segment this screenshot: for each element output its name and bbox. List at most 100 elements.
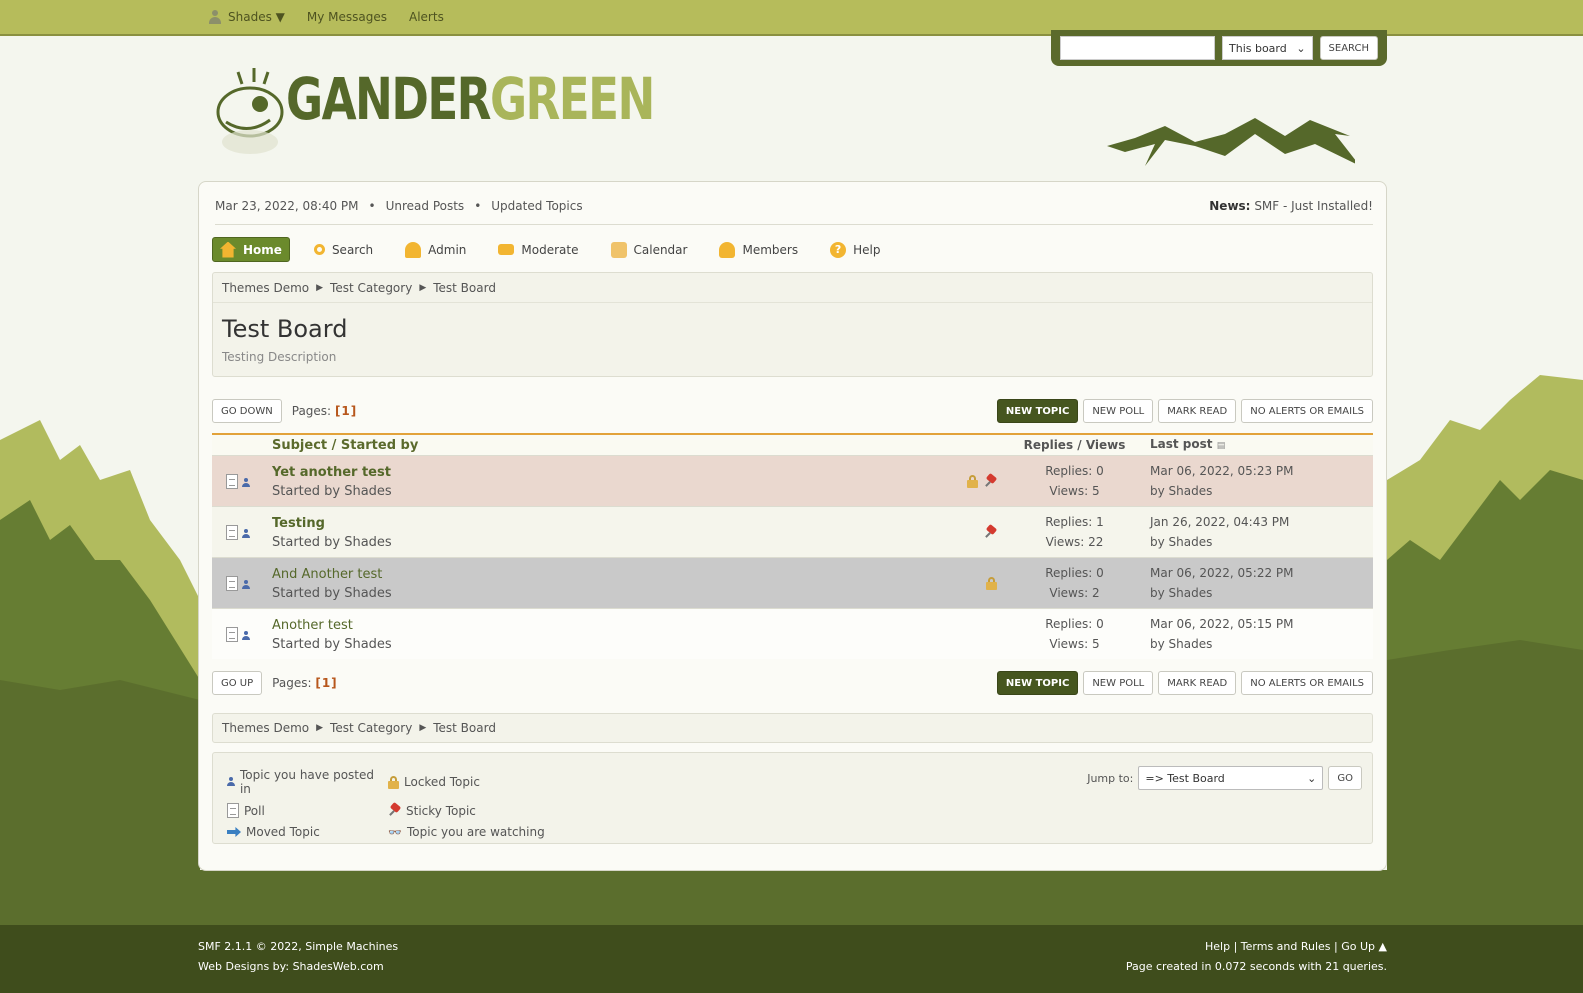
moved-arrow-icon	[227, 827, 241, 837]
last-post-header[interactable]: Last post ▤	[1142, 434, 1373, 456]
moderate-icon	[498, 244, 515, 255]
updated-topics-link[interactable]: Updated Topics	[491, 199, 582, 224]
last-post-date[interactable]: Mar 06, 2022, 05:22 PM	[1150, 563, 1373, 583]
last-post-date[interactable]: Mar 06, 2022, 05:15 PM	[1150, 614, 1373, 634]
separator-dot: •	[368, 199, 376, 213]
pagesection-bottom: GO UP Pages: [1] NEW TOPIC NEW POLL MARK…	[212, 671, 1373, 695]
breadcrumb-bottom: Themes Demo ▶ Test Category ▶ Test Board	[212, 713, 1373, 743]
menu-item-members[interactable]: Members	[711, 237, 806, 262]
breadcrumb-item[interactable]: Themes Demo	[222, 721, 309, 735]
topic-title-link[interactable]: Yet another test	[272, 465, 927, 480]
subject-header[interactable]: Subject / Started by	[272, 438, 927, 453]
menu-item-help[interactable]: ? Help	[822, 237, 888, 262]
mark-read-button[interactable]: MARK READ	[1158, 671, 1237, 695]
jump-to-value: => Test Board	[1145, 771, 1225, 785]
menu-item-admin[interactable]: Admin	[397, 237, 474, 262]
footer-help-link[interactable]: Help	[1205, 940, 1230, 953]
pages-label: Pages:	[291, 404, 332, 418]
pages-indicator: Pages: [1]	[272, 676, 338, 690]
last-post-date[interactable]: Jan 26, 2022, 04:43 PM	[1150, 512, 1373, 532]
new-poll-button[interactable]: NEW POLL	[1083, 671, 1154, 695]
posted-in-icon	[242, 631, 250, 641]
notify-button[interactable]: NO ALERTS OR EMAILS	[1241, 399, 1373, 423]
new-topic-button[interactable]: NEW TOPIC	[996, 671, 1079, 695]
topic-document-icon	[226, 473, 238, 489]
lock-icon	[388, 775, 399, 789]
table-row[interactable]: Testing Started by Shades Replies: 1 View…	[212, 506, 1373, 557]
home-icon	[220, 241, 236, 258]
footer-go-up-link[interactable]: Go Up ▲	[1341, 940, 1387, 953]
legend-label: Topic you are watching	[407, 825, 545, 839]
jump-to-select[interactable]: => Test Board ⌄	[1138, 766, 1324, 790]
search-button[interactable]: SEARCH	[1319, 36, 1378, 60]
legend-list: Topic you have posted in Locked Topic Po…	[227, 768, 548, 839]
menu-item-moderate[interactable]: Moderate	[490, 237, 586, 262]
breadcrumb-separator-icon: ▶	[419, 723, 427, 733]
site-logo[interactable]: GANDERGREEN	[208, 64, 655, 163]
posted-in-icon	[242, 580, 250, 590]
topic-legend: Topic you have posted in Locked Topic Po…	[212, 752, 1373, 844]
legend-label: Topic you have posted in	[239, 768, 374, 796]
menu-item-calendar[interactable]: Calendar	[603, 237, 696, 262]
topic-stats: Replies: 1 Views: 22	[1007, 512, 1142, 552]
topic-subject-cell: Testing Started by Shades	[272, 514, 927, 550]
menu-label-admin: Admin	[428, 242, 467, 257]
search-scope-select[interactable]: This board ⌄	[1222, 36, 1313, 60]
go-up-button[interactable]: GO UP	[212, 671, 263, 695]
breadcrumb-item[interactable]: Themes Demo	[222, 281, 309, 295]
views-count: Views: 5	[1049, 637, 1100, 651]
designer-link[interactable]: Web Designs by: ShadesWeb.com	[198, 957, 398, 977]
breadcrumb-item[interactable]: Test Board	[433, 281, 496, 295]
notify-button[interactable]: NO ALERTS OR EMAILS	[1241, 671, 1373, 695]
breadcrumb-item[interactable]: Test Board	[433, 721, 496, 735]
footer-terms-link[interactable]: Terms and Rules	[1241, 940, 1331, 953]
last-post-author[interactable]: by Shades	[1150, 532, 1373, 552]
last-post-author[interactable]: by Shades	[1150, 481, 1373, 501]
search-input[interactable]	[1060, 36, 1215, 60]
menu-item-search[interactable]: Search	[306, 237, 381, 262]
jump-go-button[interactable]: GO	[1328, 766, 1362, 790]
breadcrumb-item[interactable]: Test Category	[330, 281, 412, 295]
gander-mascot-icon	[216, 68, 284, 154]
topic-flags	[927, 526, 1007, 539]
chevron-down-icon: ⌄	[1296, 41, 1306, 55]
my-messages-link[interactable]: My Messages	[307, 10, 387, 24]
table-row[interactable]: Yet another test Started by Shades Repli…	[212, 455, 1373, 506]
copyright-link[interactable]: SMF 2.1.1 © 2022, Simple Machines	[198, 937, 398, 957]
mark-read-button[interactable]: MARK READ	[1158, 399, 1237, 423]
current-datetime: Mar 23, 2022, 08:40 PM	[215, 199, 359, 213]
last-post-author[interactable]: by Shades	[1150, 634, 1373, 654]
menu-label-members: Members	[742, 242, 799, 257]
table-row[interactable]: And Another test Started by Shades Repli…	[212, 557, 1373, 608]
poll-icon	[227, 803, 239, 818]
last-post-author[interactable]: by Shades	[1150, 583, 1373, 603]
info-bar: Mar 23, 2022, 08:40 PM • Unread Posts • …	[215, 199, 1373, 225]
topic-title-link[interactable]: And Another test	[272, 567, 927, 582]
menu-item-home[interactable]: Home	[212, 237, 290, 262]
last-post-date[interactable]: Mar 06, 2022, 05:23 PM	[1150, 461, 1373, 481]
pages-value[interactable]: [1]	[315, 676, 337, 690]
table-row[interactable]: Another test Started by Shades Replies: …	[212, 608, 1373, 659]
user-icon	[208, 10, 222, 24]
topic-title-link[interactable]: Another test	[272, 618, 927, 633]
admin-icon	[405, 241, 422, 258]
replies-count: Replies: 0	[1045, 617, 1104, 631]
topic-title-link[interactable]: Testing	[272, 516, 927, 531]
new-topic-button[interactable]: NEW TOPIC	[996, 399, 1079, 423]
alerts-link[interactable]: Alerts	[409, 10, 444, 24]
stats-header[interactable]: Replies / Views	[1007, 435, 1142, 455]
new-poll-button[interactable]: NEW POLL	[1083, 399, 1154, 423]
pages-value[interactable]: [1]	[335, 404, 357, 418]
unread-posts-link[interactable]: Unread Posts	[386, 199, 465, 224]
user-menu[interactable]: Shades ▼	[208, 10, 285, 24]
legend-label: Sticky Topic	[406, 803, 476, 818]
breadcrumb-item[interactable]: Test Category	[330, 721, 412, 735]
legend-label: Locked Topic	[404, 775, 480, 789]
help-icon: ?	[830, 241, 847, 258]
legend-item: Moved Topic	[227, 825, 388, 839]
page-title: Test Board	[222, 315, 348, 343]
search-box: This board ⌄ SEARCH	[1051, 30, 1387, 66]
separator-dot: •	[474, 199, 482, 213]
go-down-button[interactable]: GO DOWN	[212, 399, 282, 423]
topic-stats: Replies: 0 Views: 2	[1007, 563, 1142, 603]
